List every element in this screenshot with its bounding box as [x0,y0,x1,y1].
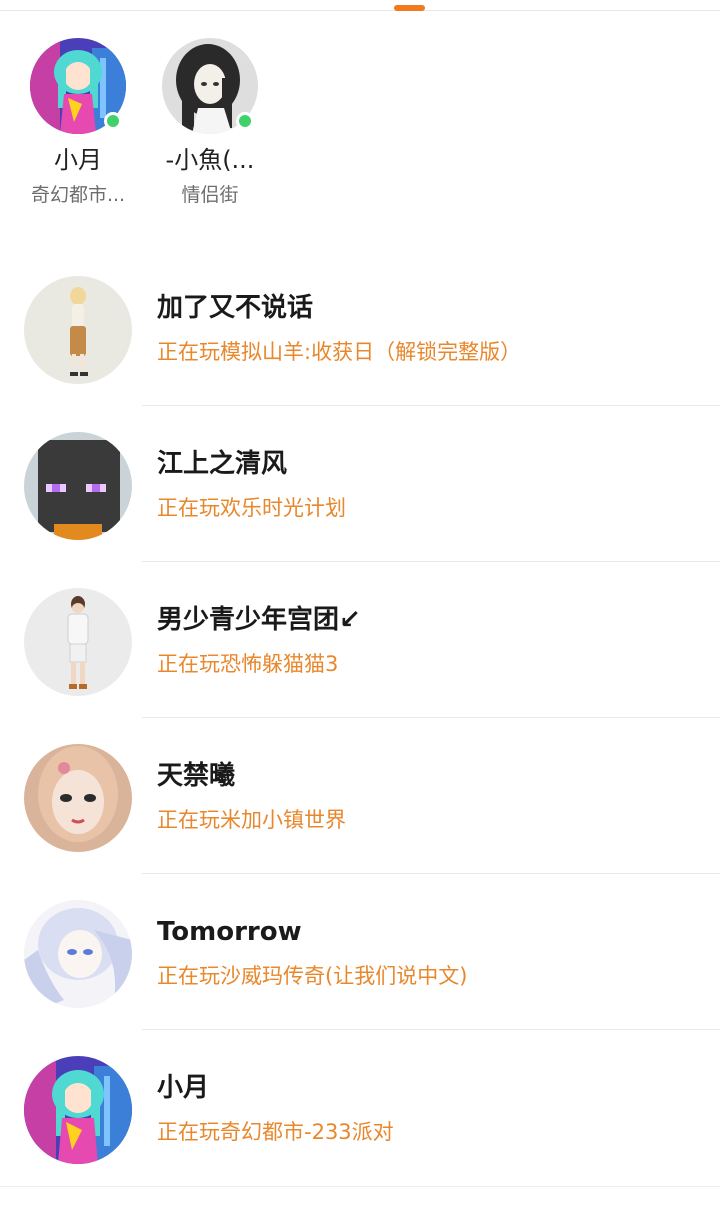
tab-indicator [394,5,425,11]
avatar-wrapper [162,38,258,134]
avatar[interactable] [24,744,132,852]
avatar[interactable] [24,588,132,696]
bottom-divider [0,1186,720,1187]
friend-name: 天禁曦 [157,761,236,791]
top-divider [0,10,720,11]
avatar[interactable] [24,900,132,1008]
avatar[interactable] [24,432,132,540]
online-user-location: 奇幻都市... [30,184,126,206]
standing-figure-avatar-image [24,276,132,384]
online-user-card[interactable]: 小月 奇幻都市... [13,38,143,206]
friend-status: 正在玩奇幻都市-233派对 [157,1120,394,1144]
friend-row[interactable]: 小月 正在玩奇幻都市-233派对 [0,1030,720,1186]
friend-status: 正在玩沙威玛传奇(让我们说中文) [157,964,468,988]
online-status-dot [236,112,254,130]
friend-status: 正在玩模拟山羊:收获日（解锁完整版） [157,340,522,364]
friend-name: 男少青少年宫团↙ [157,605,361,635]
friend-name: 加了又不说话 [157,293,314,323]
friend-status: 正在玩恐怖躲猫猫3 [157,652,339,676]
sketch-girl-avatar-image [24,744,132,852]
friend-row[interactable]: 加了又不说话 正在玩模拟山羊:收获日（解锁完整版） [0,250,720,406]
white-hair-anime-avatar-image [24,900,132,1008]
friend-status: 正在玩欢乐时光计划 [157,496,346,520]
online-user-location: 情侣街 [181,184,239,206]
friend-list: 加了又不说话 正在玩模拟山羊:收获日（解锁完整版） 江上之清风 正在玩欢乐时光计… [0,250,720,1186]
anime-girl-avatar-image [24,1056,132,1164]
friend-name: 江上之清风 [157,449,288,479]
standing-boy-avatar-image [24,588,132,696]
friend-row[interactable]: 江上之清风 正在玩欢乐时光计划 [0,406,720,562]
friend-status: 正在玩米加小镇世界 [157,808,346,832]
online-user-name: 小月 [54,146,102,174]
avatar[interactable] [24,276,132,384]
online-user-name: -小魚(... [165,146,255,174]
online-status-dot [104,112,122,130]
blocky-head-avatar-image [24,432,132,540]
online-user-card[interactable]: -小魚(... 情侣街 [145,38,275,206]
avatar[interactable] [24,1056,132,1164]
friend-name: 小月 [157,1073,210,1103]
friend-row[interactable]: Tomorrow 正在玩沙威玛传奇(让我们说中文) [0,874,720,1030]
friend-row[interactable]: 男少青少年宫团↙ 正在玩恐怖躲猫猫3 [0,562,720,718]
online-users-strip: 小月 奇幻都市... -小魚(... 情侣街 [0,38,720,228]
avatar-wrapper [30,38,126,134]
friend-name: Tomorrow [157,917,302,947]
friend-row[interactable]: 天禁曦 正在玩米加小镇世界 [0,718,720,874]
